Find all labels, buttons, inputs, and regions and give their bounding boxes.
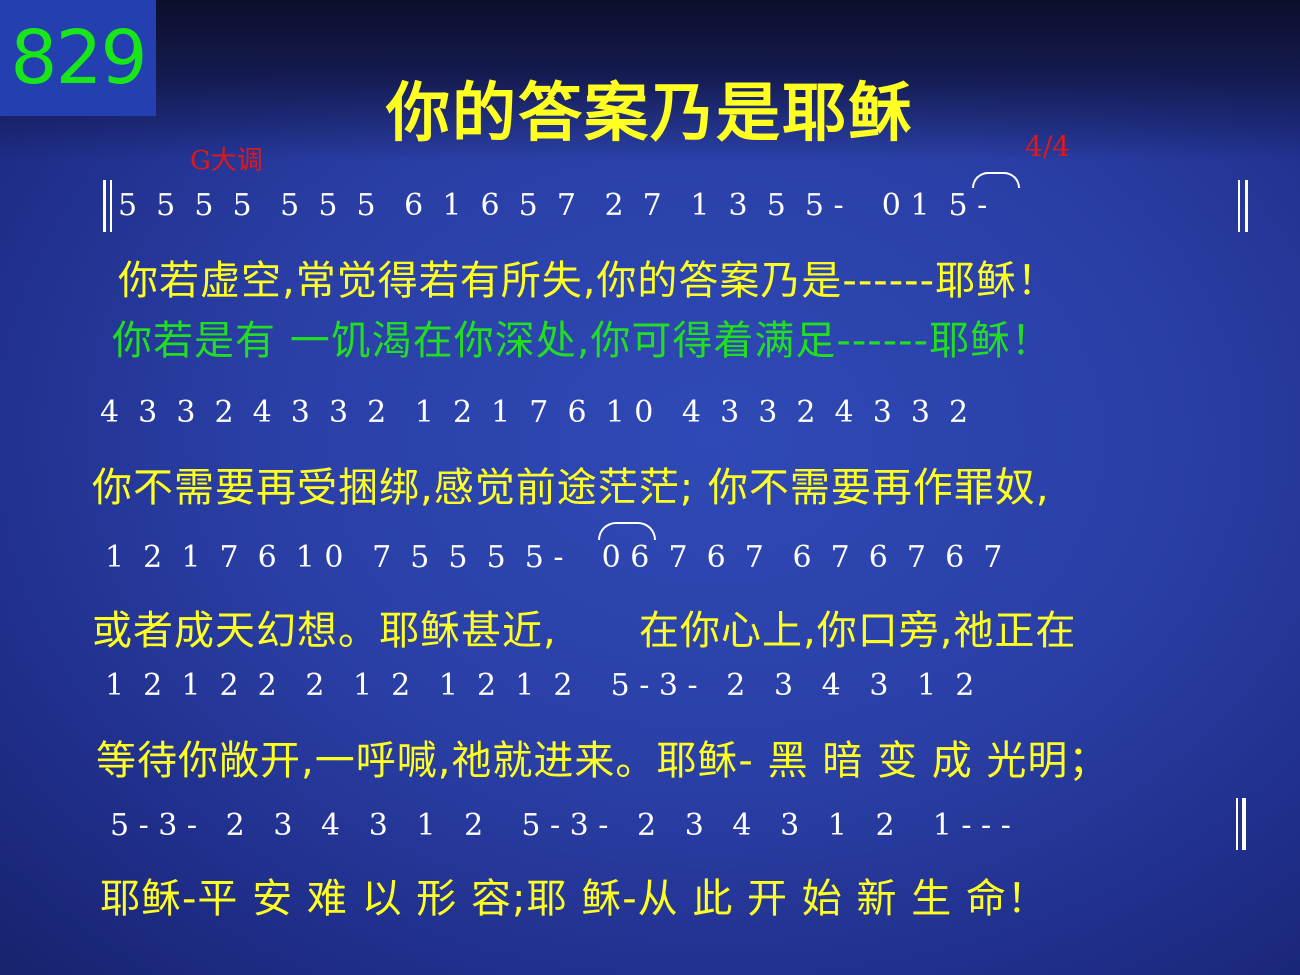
final-bar-thin: [1236, 798, 1238, 850]
tie-mark-2: [598, 522, 656, 540]
lyrics-line-4: 等待你敞开,一呼喊,祂就进来。耶稣- 黑 暗 变 成 光明；: [96, 738, 1110, 784]
repeat-bar-left: [103, 180, 106, 232]
notation-line-3: 1 2 1 7 6 1 0 7 5 5 5 5 - 0 6 7 6 7 6 7 …: [105, 540, 1003, 575]
lyrics-line-2: 你不需要再受捆绑,感觉前途茫茫; 你不需要再作罪奴,: [92, 465, 1050, 511]
time-signature: 4/4: [1025, 130, 1071, 163]
repeat-bar-left-thin: [110, 180, 112, 232]
repeat-bar-right-thin: [1238, 180, 1240, 232]
final-bar-thick: [1242, 798, 1246, 850]
lyrics-line-1b: 你若是有 一饥渴在你深处,你可得着满足------耶稣！: [112, 318, 1053, 364]
notation-line-5: 5 - 3 - 2 3 4 3 1 2 5 - 3 - 2 3 4 3 1 2 …: [110, 808, 1011, 843]
notation-line-4: 1 2 1 2 2 2 1 2 1 2 1 2 5 - 3 - 2 3 4 3 …: [105, 668, 975, 703]
lyrics-line-3: 或者成天幻想。耶稣甚近, 在你心上,你口旁,祂正在: [92, 608, 1077, 654]
notation-line-2: 4 3 3 2 4 3 3 2 1 2 1 7 6 1 0 4 3 3 2 4 …: [100, 395, 969, 430]
tie-mark: [972, 172, 1020, 188]
key-signature: G大调: [190, 146, 263, 176]
repeat-bar-right: [1245, 180, 1248, 232]
notation-line-1: 5 5 5 5 5 5 5 6 1 6 5 7 2 7 1 3 5 5 - 0 …: [118, 188, 988, 223]
lyrics-line-5: 耶稣-平 安 难 以 形 容;耶 稣-从 此 开 始 新 生 命！: [100, 876, 1048, 922]
lyrics-line-1a: 你若虚空,常觉得若有所失,你的答案乃是------耶稣！: [118, 258, 1059, 304]
